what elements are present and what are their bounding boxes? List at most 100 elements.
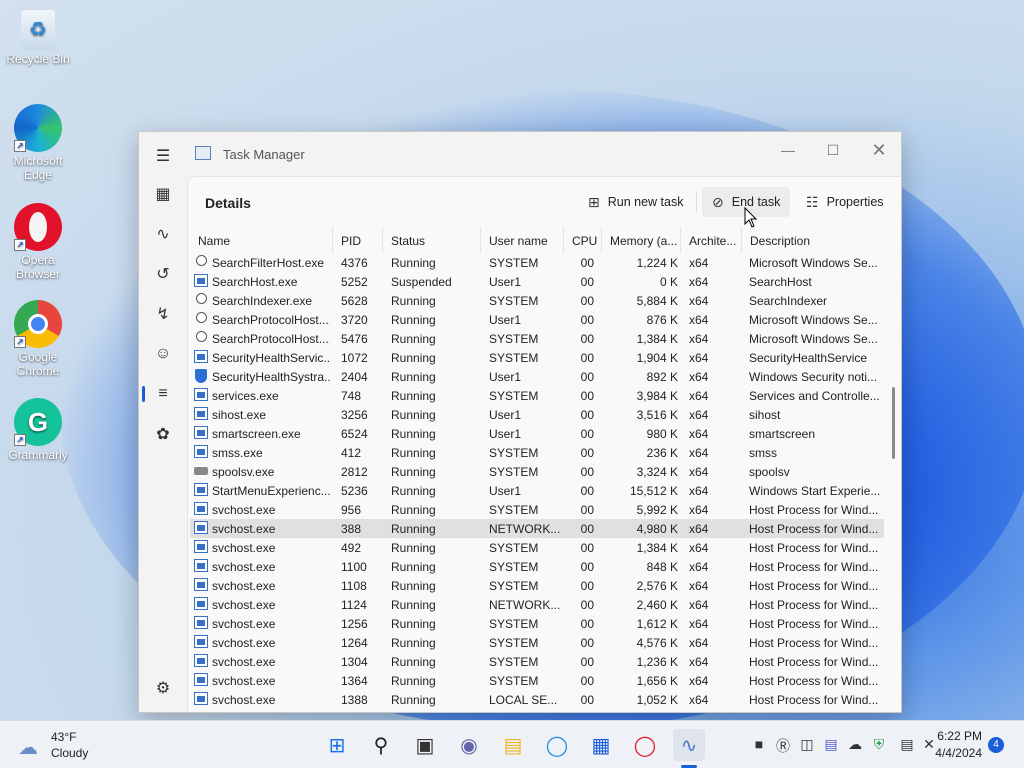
table-row[interactable]: svchost.exe 1364 Running SYSTEM 00 1,656 K x64… xyxy=(190,671,884,690)
column-header-pid[interactable]: PID xyxy=(333,227,383,253)
security-tray-icon[interactable]: ⛨ xyxy=(870,736,888,753)
startup-apps-icon[interactable]: ↯ xyxy=(151,302,175,326)
task-manager-taskbar-icon[interactable]: ∿ xyxy=(673,729,705,761)
run-new-task-button[interactable]: ⊞ Run new task xyxy=(578,187,693,217)
clock-time[interactable]: 6:22 PM xyxy=(934,729,982,743)
column-header-memory[interactable]: Memory (a... xyxy=(602,227,681,253)
chat-icon[interactable]: ◉ xyxy=(453,729,485,761)
cell-desc: smss xyxy=(749,446,777,460)
table-row[interactable]: SecurityHealthSystra... 2404 Running User1 0… xyxy=(190,367,884,386)
table-row[interactable]: svchost.exe 1256 Running SYSTEM 00 1,612 K x64… xyxy=(190,614,884,633)
table-row[interactable]: svchost.exe 492 Running SYSTEM 00 1,384 K x64 H… xyxy=(190,538,884,557)
cell-name: svchost.exe xyxy=(212,503,276,517)
start-button[interactable]: ⊞ xyxy=(321,729,353,761)
column-header-name[interactable]: ⌃ Name xyxy=(190,227,333,253)
cell-user: User1 xyxy=(489,408,522,422)
column-header-architecture[interactable]: Archite... xyxy=(681,227,742,253)
properties-button[interactable]: ☷ Properties xyxy=(796,187,894,217)
cell-cpu: 00 xyxy=(580,579,594,593)
cell-name: svchost.exe xyxy=(212,693,276,707)
search-icon[interactable]: ⚲ xyxy=(365,729,397,761)
table-row[interactable]: svchost.exe 1304 Running SYSTEM 00 1,236 K x64… xyxy=(190,652,884,671)
processes-icon[interactable]: ▦ xyxy=(151,182,175,206)
cell-arch: x64 xyxy=(689,446,709,460)
process-app-icon xyxy=(194,426,208,439)
table-row[interactable]: smss.exe 412 Running SYSTEM 00 236 K x64 smss xyxy=(190,443,884,462)
users-icon[interactable]: ☺ xyxy=(151,342,175,366)
onedrive-tray-icon[interactable]: ☁ xyxy=(846,736,864,753)
table-row[interactable]: svchost.exe 956 Running SYSTEM 00 5,992 K x64 H… xyxy=(190,500,884,519)
table-row[interactable]: services.exe 748 Running SYSTEM 00 3,984 K x64… xyxy=(190,386,884,405)
network-icon[interactable]: ▤ xyxy=(898,736,916,753)
desktop-icon-grammarly[interactable]: G ↗ Grammarly xyxy=(0,398,76,462)
table-row[interactable]: svchost.exe 1100 Running SYSTEM 00 848 K x64 Ho… xyxy=(190,557,884,576)
table-row[interactable]: smartscreen.exe 6524 Running User1 00 980 K x6… xyxy=(190,424,884,443)
cell-desc: SearchHost xyxy=(749,275,812,289)
cell-desc: Microsoft Windows Se... xyxy=(749,332,878,346)
services-icon[interactable]: ✿ xyxy=(151,422,175,446)
desktop-icon-microsoft-edge[interactable]: ↗ Microsoft Edge xyxy=(0,104,76,182)
column-header-description[interactable]: Description xyxy=(742,227,884,253)
table-row[interactable]: SearchIndexer.exe 5628 Running SYSTEM 00 5,88… xyxy=(190,291,884,310)
edge-taskbar-icon[interactable]: ◯ xyxy=(541,729,573,761)
cell-user: SYSTEM xyxy=(489,617,539,631)
column-header-cpu[interactable]: CPU xyxy=(564,227,602,253)
edge-icon: ↗ xyxy=(14,104,62,152)
cell-name: svchost.exe xyxy=(212,655,276,669)
cell-cpu: 00 xyxy=(580,693,594,707)
table-row[interactable]: svchost.exe 1264 Running SYSTEM 00 4,576 K x64… xyxy=(190,633,884,652)
desktop-icon-google-chrome[interactable]: ↗ Google Chrome xyxy=(0,300,76,378)
column-header-status[interactable]: Status xyxy=(383,227,481,253)
table-row[interactable]: spoolsv.exe 2812 Running SYSTEM 00 3,324 K x64… xyxy=(190,462,884,481)
table-row[interactable]: SearchProtocolHost.... 3720 Running User1 00… xyxy=(190,310,884,329)
table-row[interactable]: svchost.exe 1124 Running NETWORK... 00 2,460 … xyxy=(190,595,884,614)
desktop-icon-opera-browser[interactable]: ↗ Opera Browser xyxy=(0,203,76,281)
table-row[interactable]: StartMenuExperienc... 5236 Running User1 00 1… xyxy=(190,481,884,500)
weather-description[interactable]: Cloudy xyxy=(51,746,88,760)
properties-label: Properties xyxy=(826,195,884,209)
microsoft-store-icon[interactable]: ▦ xyxy=(585,729,617,761)
opera-taskbar-icon[interactable]: ◯ xyxy=(629,729,661,761)
table-row[interactable]: SearchHost.exe 5252 Suspended User1 00 0 K x64… xyxy=(190,272,884,291)
tray-app-icon[interactable]: ■ xyxy=(750,736,768,752)
grammarly-tray-icon[interactable]: Ⓡ xyxy=(774,736,792,756)
table-row[interactable]: sihost.exe 3256 Running User1 00 3,516 K x64 si… xyxy=(190,405,884,424)
cell-user: User1 xyxy=(489,313,522,327)
title-bar[interactable]: Task Manager — ☐ ✕ xyxy=(139,132,901,176)
desktop-icon-recycle-bin[interactable]: ♻ Recycle Bin xyxy=(0,10,76,66)
table-row[interactable]: SecurityHealthServic... 1072 Running SYSTEM… xyxy=(190,348,884,367)
process-app-icon xyxy=(194,616,208,629)
file-explorer-icon[interactable]: ▤ xyxy=(497,729,529,761)
table-row[interactable]: SearchProtocolHost.... 5476 Running SYSTEM 0… xyxy=(190,329,884,348)
table-row[interactable]: svchost.exe 1388 Running LOCAL SE... 00 1,052… xyxy=(190,690,884,709)
hamburger-menu-icon[interactable]: ☰ xyxy=(151,144,175,168)
app-history-icon[interactable]: ↺ xyxy=(151,262,175,286)
cell-cpu: 00 xyxy=(580,655,594,669)
teams-tray-icon[interactable]: ▤ xyxy=(822,736,840,753)
window-title: Task Manager xyxy=(223,147,305,162)
cell-cpu: 00 xyxy=(580,541,594,555)
details-page: Details ⊞ Run new task ⊘ End task ☷ Prop… xyxy=(187,176,901,712)
notification-badge[interactable]: 4 xyxy=(988,737,1004,753)
task-view-icon[interactable]: ▣ xyxy=(409,729,441,761)
vertical-scrollbar[interactable] xyxy=(892,387,895,459)
minimize-button[interactable]: — xyxy=(766,136,810,164)
table-row[interactable]: SearchFilterHost.exe 4376 Running SYSTEM 00 1… xyxy=(190,253,884,272)
weather-temperature[interactable]: 43°F xyxy=(51,730,76,744)
table-row[interactable]: svchost.exe 1108 Running SYSTEM 00 2,576 K x64… xyxy=(190,576,884,595)
cell-mem: 3,516 K xyxy=(636,408,678,422)
shield-tray-icon[interactable]: ◫ xyxy=(798,736,816,753)
cell-status: Suspended xyxy=(391,275,452,289)
cell-cpu: 00 xyxy=(580,351,594,365)
settings-gear-icon[interactable]: ⚙ xyxy=(151,676,175,700)
details-icon[interactable]: ≡ xyxy=(151,382,175,406)
close-button[interactable]: ✕ xyxy=(857,136,901,164)
maximize-button[interactable]: ☐ xyxy=(811,136,855,164)
clock-date[interactable]: 4/4/2024 xyxy=(930,746,982,760)
performance-icon[interactable]: ∿ xyxy=(151,222,175,246)
table-row[interactable]: svchost.exe 388 Running NETWORK... 00 4,980 K… xyxy=(190,519,884,538)
cloud-icon[interactable]: ☁ xyxy=(18,735,38,760)
column-header-user-name[interactable]: User name xyxy=(481,227,564,253)
desktop-icon-label: Opera Browser xyxy=(15,253,60,281)
cell-status: Running xyxy=(391,655,436,669)
